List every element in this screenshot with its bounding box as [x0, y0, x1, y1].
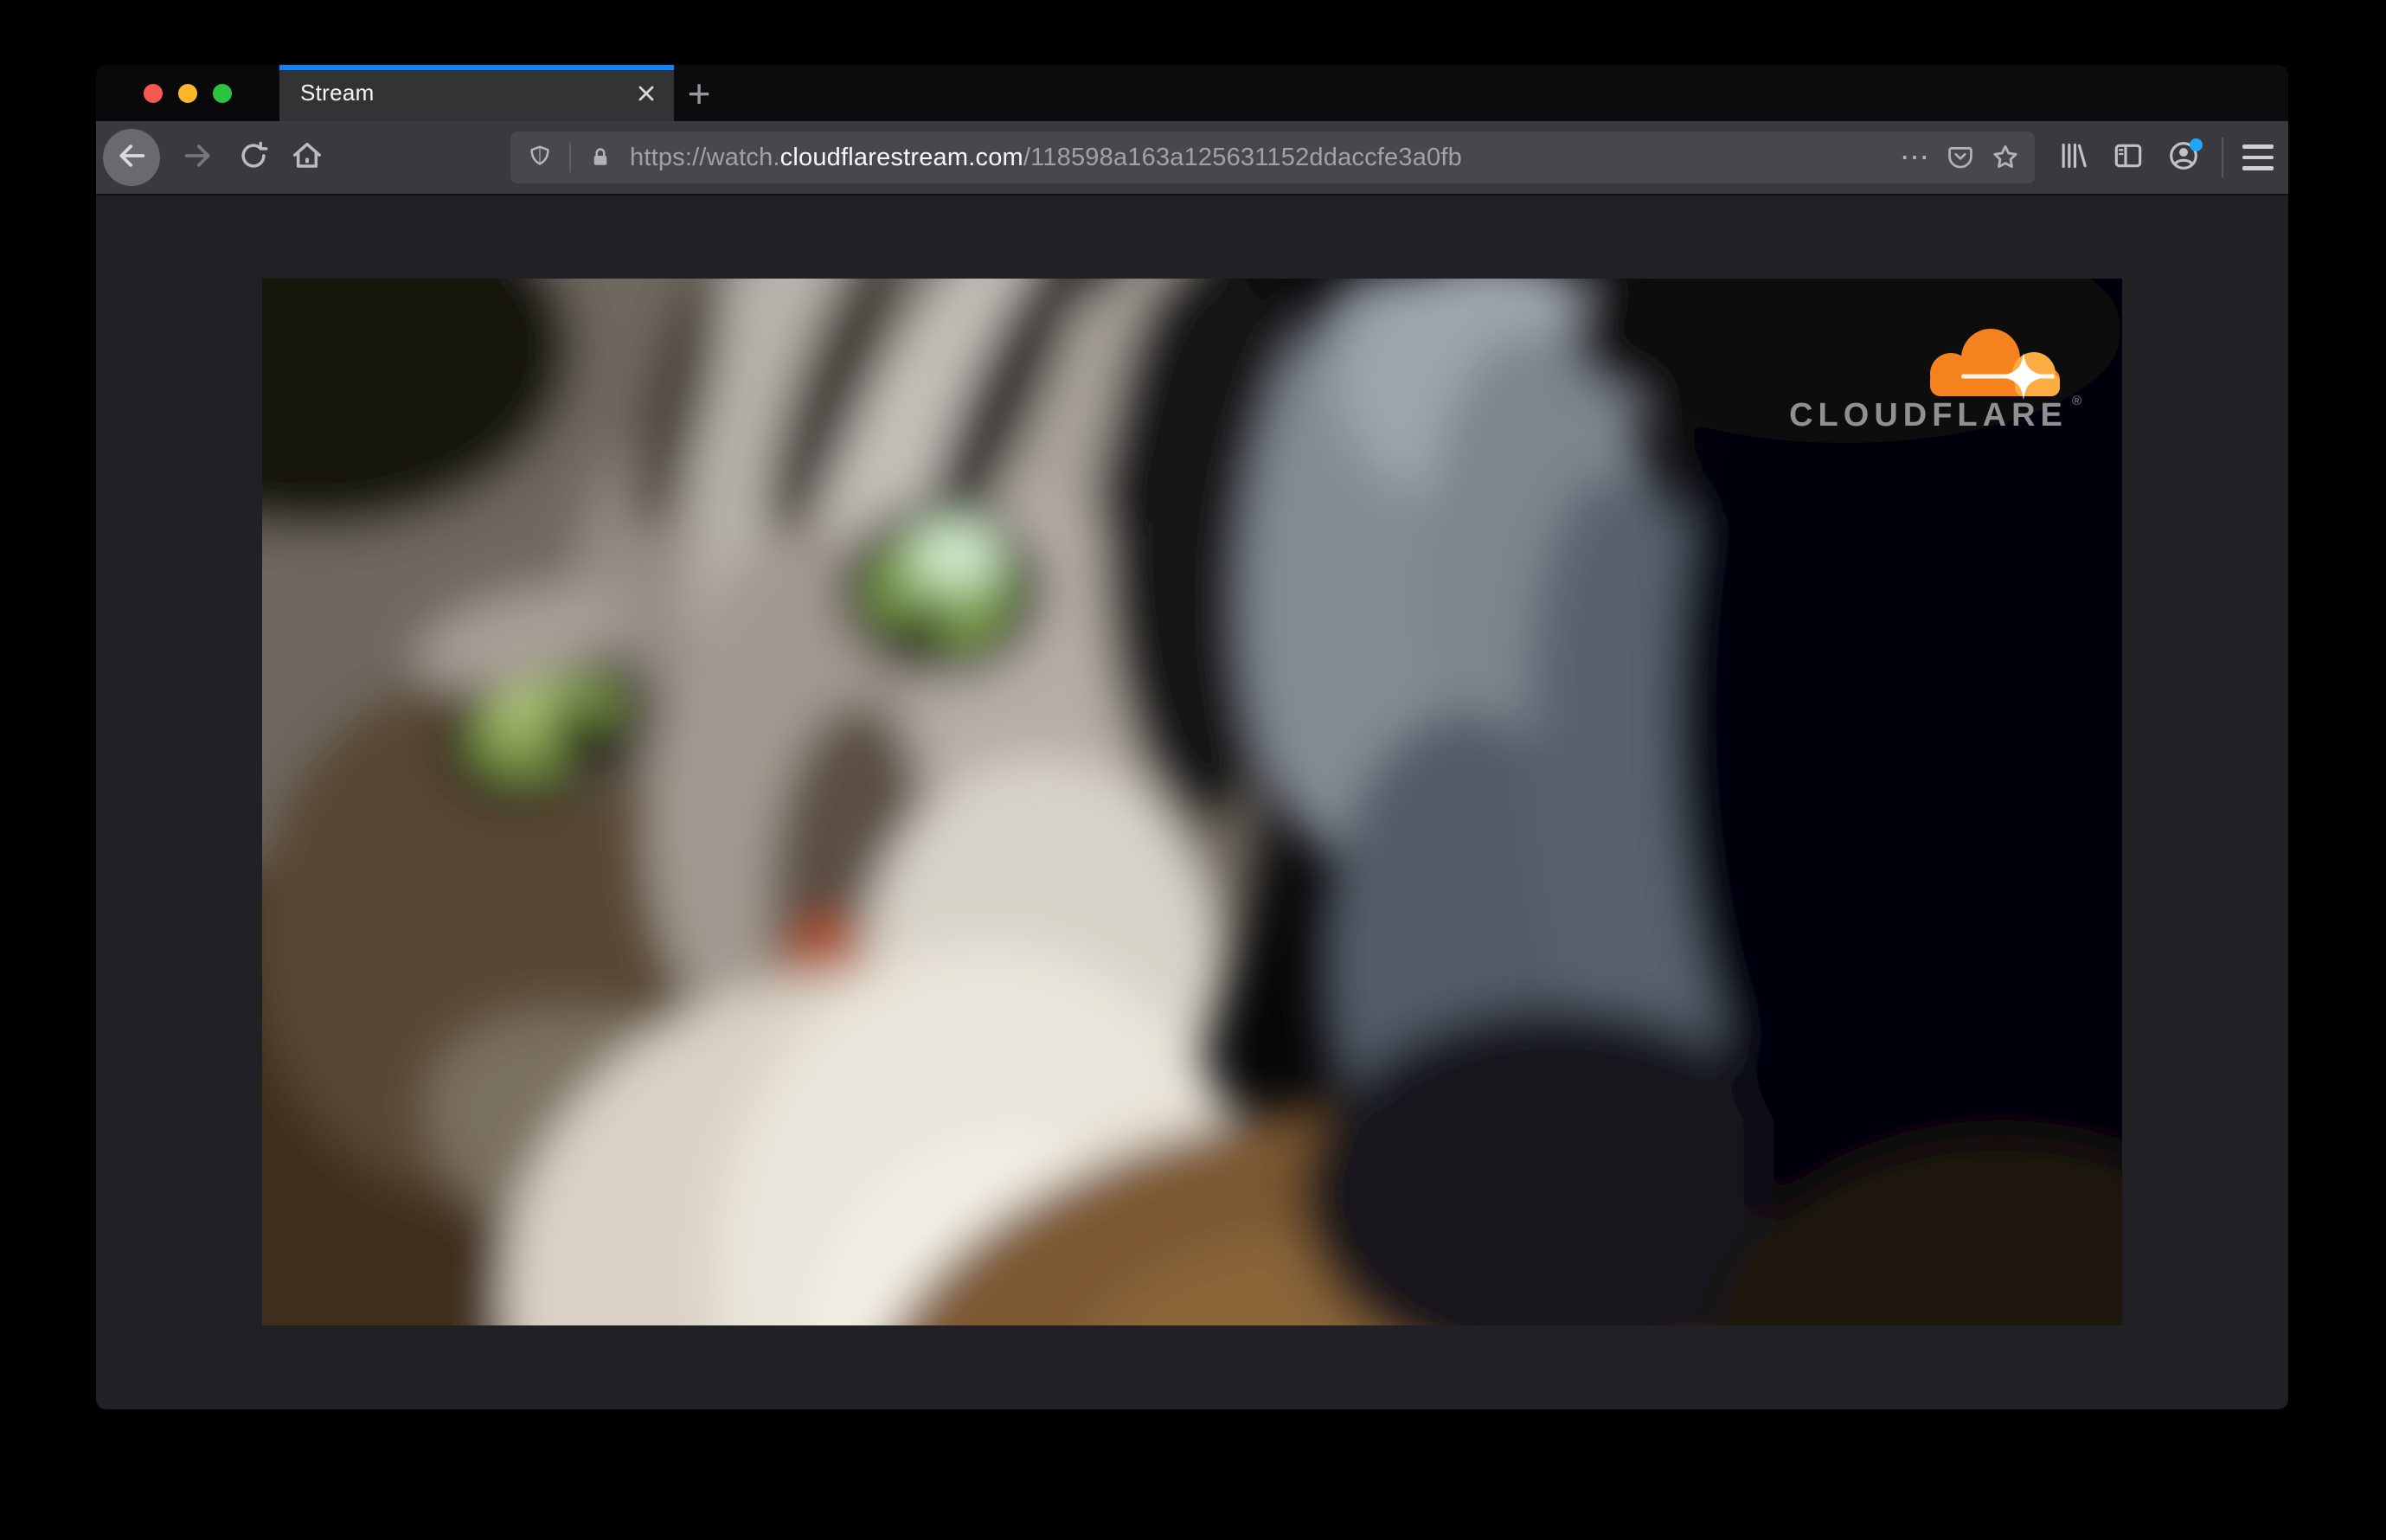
active-tab-accent-stripe [279, 65, 674, 70]
reload-button[interactable] [234, 138, 273, 176]
sidebar-toggle-button[interactable] [2107, 137, 2149, 178]
video-player[interactable]: CLOUDFLARE ® [262, 279, 2122, 1325]
menu-button[interactable] [2237, 144, 2279, 170]
reload-icon [237, 139, 270, 176]
back-button[interactable] [103, 129, 160, 186]
forward-arrow-icon [181, 138, 215, 177]
forward-button[interactable] [179, 138, 217, 176]
page-actions-icon[interactable]: ⋯ [1898, 140, 1933, 175]
ellipsis-glyph: ⋯ [1900, 141, 1931, 174]
navigation-toolbar: https://watch.cloudflarestream.com/11859… [96, 121, 2288, 196]
desktop: Stream + https://watch.cloudflarestream.… [0, 0, 2386, 1540]
tracking-protection-shield-icon[interactable] [523, 140, 557, 175]
url-scheme-subdomain: https://watch. [630, 143, 780, 171]
window-controls [96, 65, 279, 121]
window-close-button[interactable] [144, 83, 163, 103]
account-button[interactable] [2163, 137, 2204, 178]
registered-trademark-symbol: ® [2072, 394, 2081, 408]
home-icon [290, 138, 324, 177]
tab-bar-empty-space [724, 65, 2288, 121]
tab-stream[interactable]: Stream [279, 65, 674, 121]
window-zoom-button[interactable] [213, 83, 232, 103]
library-button[interactable] [2052, 137, 2094, 178]
browser-window: Stream + https://watch.cloudflarestream.… [96, 65, 2288, 1409]
tab-close-icon[interactable] [627, 74, 665, 112]
https-lock-icon[interactable] [583, 140, 618, 175]
url-domain: cloudflarestream.com [779, 143, 1023, 171]
new-tab-button[interactable]: + [674, 65, 724, 121]
library-icon [2056, 138, 2090, 177]
cloudflare-wordmark: CLOUDFLARE [1789, 397, 2068, 433]
home-button[interactable] [288, 138, 326, 176]
url-bar[interactable]: https://watch.cloudflarestream.com/11859… [510, 132, 2035, 183]
tab-title: Stream [300, 80, 375, 106]
account-notification-badge [2190, 138, 2203, 151]
sidebar-icon [2111, 138, 2145, 177]
back-arrow-icon [114, 138, 149, 177]
page-content: CLOUDFLARE ® [96, 196, 2288, 1409]
hamburger-icon [2242, 144, 2274, 149]
toolbar-divider [2222, 138, 2223, 177]
url-path: /118598a163a125631152ddaccfe3a0fb [1023, 143, 1462, 171]
url-bar-divider [569, 143, 571, 172]
bookmark-star-icon[interactable] [1988, 140, 2023, 175]
tab-bar: Stream + [96, 65, 2288, 121]
window-minimize-button[interactable] [178, 83, 197, 103]
url-text[interactable]: https://watch.cloudflarestream.com/11859… [630, 144, 1888, 172]
pocket-icon[interactable] [1943, 140, 1978, 175]
video-frame-cat: CLOUDFLARE ® [262, 279, 2122, 1325]
